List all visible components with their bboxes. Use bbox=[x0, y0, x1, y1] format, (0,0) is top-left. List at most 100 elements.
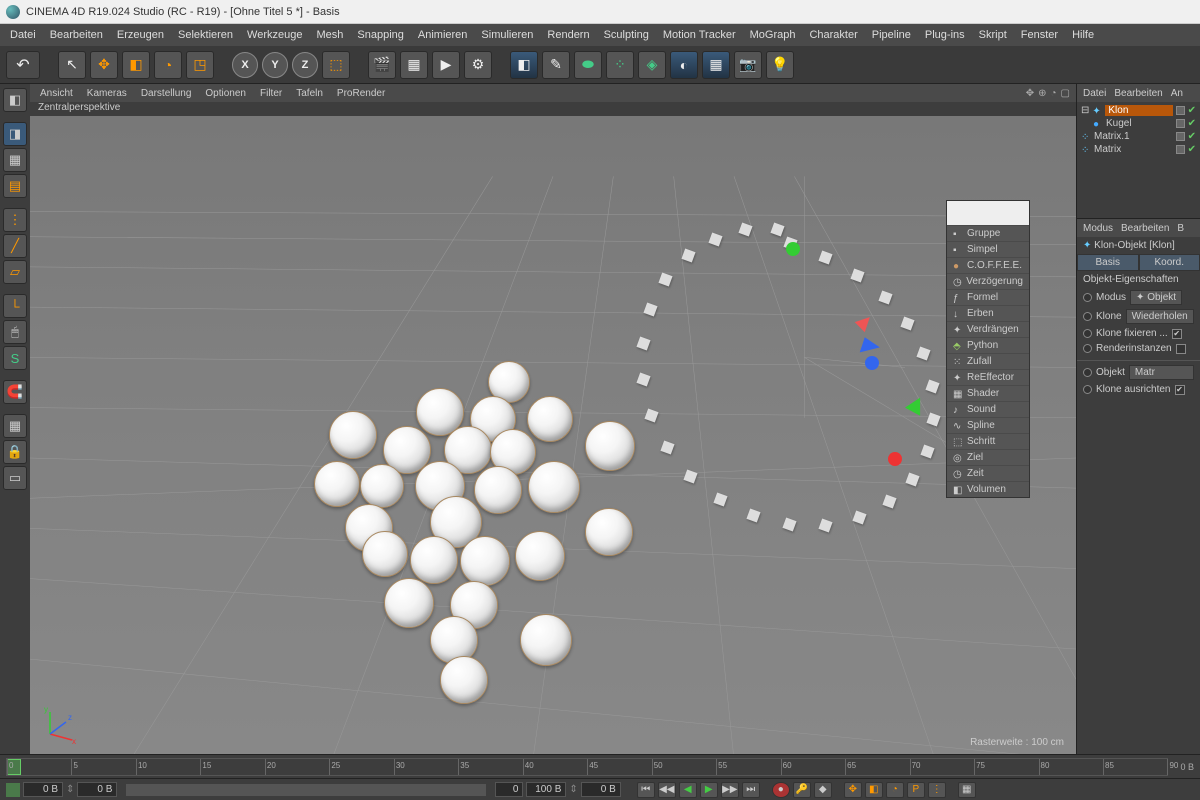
attr-menu-modus[interactable]: Modus bbox=[1083, 223, 1113, 234]
menu-fenster[interactable]: Fenster bbox=[1021, 29, 1058, 41]
attr-objekt-field[interactable]: Matr bbox=[1129, 365, 1194, 380]
scale-key-button[interactable]: ◧ bbox=[865, 782, 883, 798]
frame-field-3[interactable]: 0 bbox=[495, 782, 523, 797]
camera-button[interactable]: ▦ bbox=[702, 51, 730, 79]
view-menu-optionen[interactable]: Optionen bbox=[205, 88, 246, 99]
attr-render-checkbox[interactable] bbox=[1176, 344, 1186, 354]
menu-charakter[interactable]: Charakter bbox=[809, 29, 857, 41]
frame-field-5[interactable]: 0 B bbox=[581, 782, 621, 797]
attr-fix-checkbox[interactable]: ✔ bbox=[1172, 329, 1182, 339]
next-key-button[interactable]: ▶▶ bbox=[721, 782, 739, 798]
context-item-erben[interactable]: ↓Erben bbox=[947, 305, 1029, 321]
radio-icon[interactable] bbox=[1083, 312, 1092, 321]
view-menu-ansicht[interactable]: Ansicht bbox=[40, 88, 73, 99]
axis-y-button[interactable]: Y bbox=[262, 52, 288, 78]
select-tool[interactable]: ↖ bbox=[58, 51, 86, 79]
menu-simulieren[interactable]: Simulieren bbox=[481, 29, 533, 41]
gizmo-x-handle[interactable] bbox=[888, 452, 902, 466]
prev-key-button[interactable]: ◀◀ bbox=[658, 782, 676, 798]
view-menu-tafeln[interactable]: Tafeln bbox=[296, 88, 323, 99]
tree-row-kugel[interactable]: ● Kugel ✔ bbox=[1081, 117, 1196, 130]
frame-current-field[interactable]: 0 B bbox=[77, 782, 117, 797]
polygon-mode-button[interactable]: ▱ bbox=[3, 260, 27, 284]
tree-row-matrix[interactable]: ⁘ Matrix ✔ bbox=[1081, 143, 1196, 156]
gizmo-z-handle[interactable] bbox=[865, 356, 879, 370]
planar-workplane-button[interactable]: ▭ bbox=[3, 466, 27, 490]
context-item-gruppe[interactable]: ▪Gruppe bbox=[947, 225, 1029, 241]
viewport-nav-icon[interactable]: ✥ bbox=[1026, 88, 1034, 99]
frame-end-field[interactable]: 100 B bbox=[526, 782, 566, 797]
render-view-button[interactable]: 🎬 bbox=[368, 51, 396, 79]
bulb-button[interactable]: 💡 bbox=[766, 51, 794, 79]
magnet-button[interactable]: 🧲 bbox=[3, 380, 27, 404]
viewport-zoom-icon[interactable]: ⊕ bbox=[1038, 88, 1046, 99]
gizmo-y-handle[interactable] bbox=[786, 242, 800, 256]
edge-mode-button[interactable]: ╱ bbox=[3, 234, 27, 258]
play-back-button[interactable]: ◀ bbox=[679, 782, 697, 798]
axis-tool-button[interactable]: └ bbox=[3, 294, 27, 318]
snap-button[interactable]: S bbox=[3, 346, 27, 370]
context-item-volumen[interactable]: ◧Volumen bbox=[947, 481, 1029, 497]
radio-icon[interactable] bbox=[1083, 368, 1092, 377]
layout-button[interactable]: ▦ bbox=[958, 782, 976, 798]
workplane-button[interactable]: ▤ bbox=[3, 174, 27, 198]
keyframe-indicator[interactable] bbox=[6, 783, 20, 797]
viewport-solo-button[interactable]: 🖱 bbox=[3, 320, 27, 344]
view-menu-darstellung[interactable]: Darstellung bbox=[141, 88, 192, 99]
viewport-3d[interactable]: y x z Rasterweite : 100 cm ▪Gruppe ▪Simp… bbox=[30, 116, 1076, 754]
menu-pipeline[interactable]: Pipeline bbox=[872, 29, 911, 41]
context-item-schritt[interactable]: ⬚Schritt bbox=[947, 433, 1029, 449]
pos-key-button[interactable]: ✥ bbox=[844, 782, 862, 798]
menu-skript[interactable]: Skript bbox=[979, 29, 1007, 41]
rotate-tool[interactable]: ◔ bbox=[154, 51, 182, 79]
light-button[interactable]: 📷 bbox=[734, 51, 762, 79]
axis-x-button[interactable]: X bbox=[232, 52, 258, 78]
point-mode-button[interactable]: ⋮ bbox=[3, 208, 27, 232]
render-picture-button[interactable]: ▶ bbox=[432, 51, 460, 79]
view-menu-filter[interactable]: Filter bbox=[260, 88, 282, 99]
context-item-shader[interactable]: ▦Shader bbox=[947, 385, 1029, 401]
attr-modus-dropdown[interactable]: ✦ Objekt bbox=[1130, 290, 1182, 305]
attr-tab-basis[interactable]: Basis bbox=[1077, 254, 1139, 271]
nurbs-button[interactable]: ⬬ bbox=[574, 51, 602, 79]
attr-tab-koord[interactable]: Koord. bbox=[1139, 254, 1200, 271]
menu-selektieren[interactable]: Selektieren bbox=[178, 29, 233, 41]
pla-key-button[interactable]: ⋮ bbox=[928, 782, 946, 798]
autokey-button[interactable]: 🔑 bbox=[793, 782, 811, 798]
param-key-button[interactable]: P bbox=[907, 782, 925, 798]
goto-start-button[interactable]: ⏮ bbox=[637, 782, 655, 798]
view-menu-kameras[interactable]: Kameras bbox=[87, 88, 127, 99]
menu-hilfe[interactable]: Hilfe bbox=[1072, 29, 1094, 41]
coord-system-button[interactable]: ⬚ bbox=[322, 51, 350, 79]
viewport-rotate-icon[interactable]: ◔ bbox=[1051, 88, 1057, 99]
rot-key-button[interactable]: ◔ bbox=[886, 782, 904, 798]
context-item-reeffector[interactable]: ✦ReEffector bbox=[947, 369, 1029, 385]
attr-klone-dropdown[interactable]: Wiederholen bbox=[1126, 309, 1194, 324]
attr-menu-bearbeiten[interactable]: Bearbeiten bbox=[1121, 223, 1169, 234]
record-button[interactable]: ● bbox=[772, 782, 790, 798]
attr-menu-b[interactable]: B bbox=[1177, 223, 1184, 234]
obj-menu-an[interactable]: An bbox=[1171, 88, 1183, 99]
context-item-formel[interactable]: ƒFormel bbox=[947, 289, 1029, 305]
timeline-ruler[interactable]: 051015202530354045505560657075808590 bbox=[6, 758, 1168, 776]
frame-start-field[interactable]: 0 B bbox=[23, 782, 63, 797]
menu-plugins[interactable]: Plug-ins bbox=[925, 29, 965, 41]
axis-z-button[interactable]: Z bbox=[292, 52, 318, 78]
radio-icon[interactable] bbox=[1083, 293, 1092, 302]
tree-row-matrix1[interactable]: ⁘ Matrix.1 ✔ bbox=[1081, 130, 1196, 143]
radio-icon[interactable] bbox=[1083, 344, 1092, 353]
object-tree[interactable]: ⊟✦ Klon ✔ ● Kugel ✔ ⁘ Matrix.1 ✔ ⁘ Matri… bbox=[1077, 102, 1200, 158]
context-item-sound[interactable]: ♪Sound bbox=[947, 401, 1029, 417]
render-settings-button[interactable]: ⚙ bbox=[464, 51, 492, 79]
menu-motion-tracker[interactable]: Motion Tracker bbox=[663, 29, 736, 41]
menu-bearbeiten[interactable]: Bearbeiten bbox=[50, 29, 103, 41]
scale-tool[interactable]: ◧ bbox=[122, 51, 150, 79]
view-menu-prorender[interactable]: ProRender bbox=[337, 88, 385, 99]
model-mode-button[interactable]: ◨ bbox=[3, 122, 27, 146]
tree-row-klon[interactable]: ⊟✦ Klon ✔ bbox=[1081, 104, 1196, 117]
attr-ausrichten-checkbox[interactable]: ✔ bbox=[1175, 385, 1185, 395]
context-item-zufall[interactable]: ⁙Zufall bbox=[947, 353, 1029, 369]
render-region-button[interactable]: ▦ bbox=[400, 51, 428, 79]
obj-menu-datei[interactable]: Datei bbox=[1083, 88, 1106, 99]
viewport-max-icon[interactable]: ▢ bbox=[1061, 88, 1070, 99]
